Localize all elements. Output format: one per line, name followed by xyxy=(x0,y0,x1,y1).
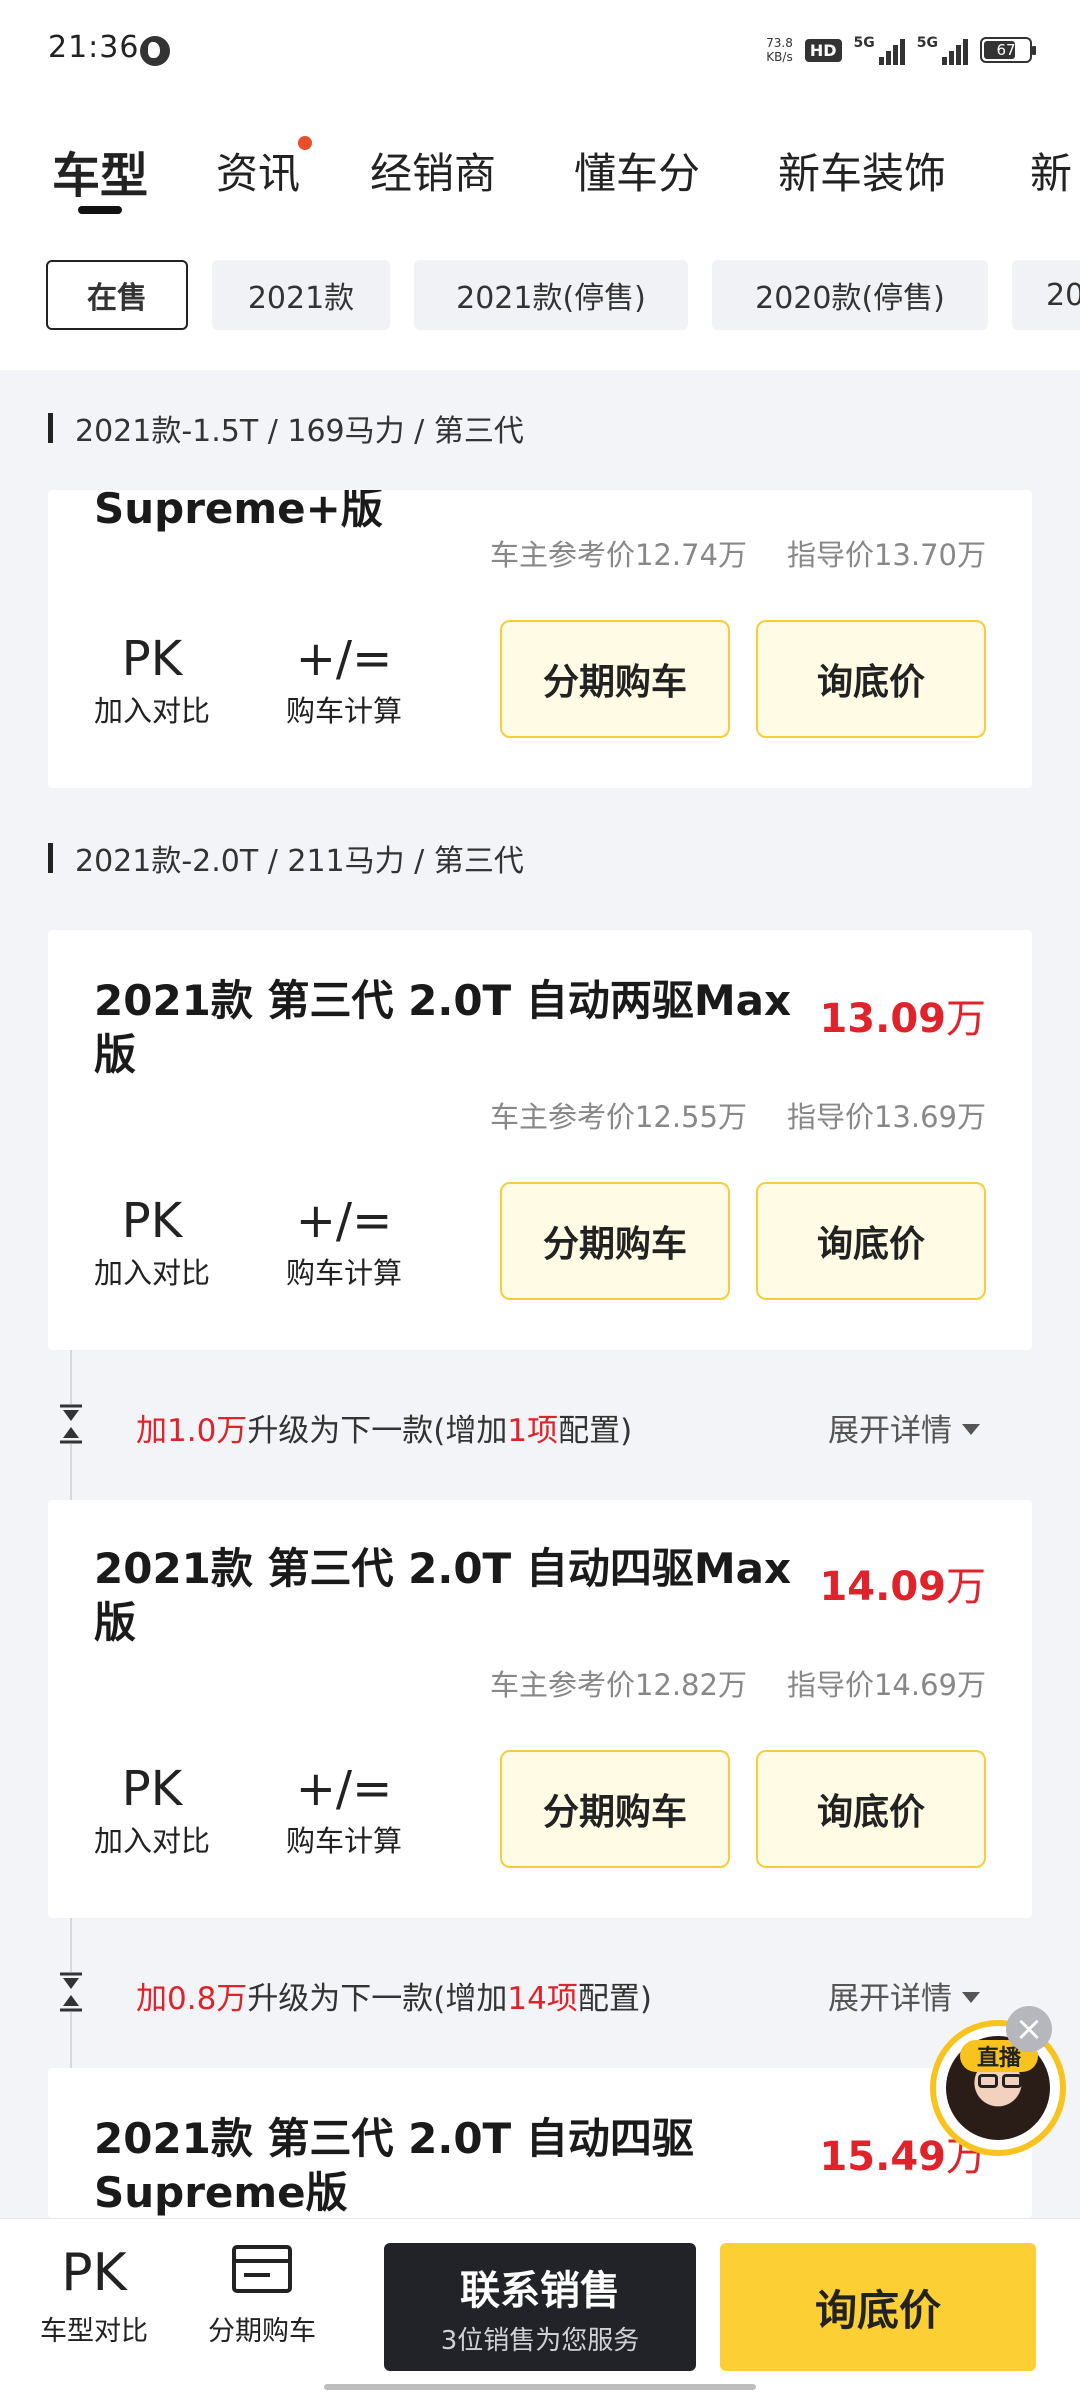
bottom-action-bar: PK 车型对比 分期购车 联系销售 3位销售为您服务 询底价 xyxy=(0,2218,1080,2400)
upgrade-text: 加1.0万升级为下一款(增加1项配置) xyxy=(136,1413,633,1449)
installment-button[interactable]: 分期购车 xyxy=(500,1750,730,1868)
tab-models[interactable]: 车型 xyxy=(52,136,148,206)
compare-models-button[interactable]: PK 车型对比 xyxy=(40,2241,148,2348)
chip-on-sale[interactable]: 在售 xyxy=(46,260,188,330)
model-card[interactable]: 2021款 第三代 2.0T 自动两驱Max版 13.09万 车主参考价12.5… xyxy=(48,930,1032,1350)
pk-icon: PK xyxy=(121,631,183,687)
model-card[interactable]: 2021款 第三代 2.0T 自动四驱Supreme版 15.49万 xyxy=(48,2068,1032,2218)
notification-dot xyxy=(298,136,312,150)
section-header: 2021款-1.5T / 169马力 / 第三代 xyxy=(48,408,524,449)
tab-dealers[interactable]: 经销商 xyxy=(370,140,496,201)
car-calculator-button[interactable]: +/= 购车计算 xyxy=(286,1760,402,1860)
expand-details-button[interactable]: 展开详情 xyxy=(828,1405,980,1450)
network-speed: 73.8 KB/s xyxy=(766,36,793,64)
home-indicator[interactable] xyxy=(324,2384,756,2390)
chip-2020-discontinued[interactable]: 2020款(停售) xyxy=(712,260,988,330)
ask-price-main-button[interactable]: 询底价 xyxy=(720,2243,1036,2371)
model-name: 2021款 第三代 2.0T 自动四驱Supreme版 xyxy=(94,2114,694,2217)
top-tab-bar: 车型 资讯 经销商 懂车分 新车装饰 新 xyxy=(0,100,1080,230)
status-time: 21:36 xyxy=(48,30,140,65)
status-icons: 73.8 KB/s HD 5G 5G 67 xyxy=(766,30,1036,70)
tab-more[interactable]: 新 xyxy=(1030,140,1072,201)
owner-price: 车主参考价12.74万 xyxy=(489,538,747,572)
section-header: 2021款-2.0T / 211马力 / 第三代 xyxy=(48,838,524,879)
signal-icon: 5G xyxy=(854,35,905,65)
add-compare-button[interactable]: PK 加入对比 xyxy=(94,630,210,730)
pk-icon: PK xyxy=(121,1193,183,1249)
upgrade-hint: 加0.8万升级为下一款(增加14项配置) 展开详情 xyxy=(48,1918,1032,2068)
pk-icon: PK xyxy=(61,2243,127,2303)
guide-price: 指导价14.69万 xyxy=(786,1668,986,1702)
add-compare-button[interactable]: PK 加入对比 xyxy=(94,1760,210,1860)
model-name: 2021款 第三代 2.0T 自动四驱Max版 xyxy=(94,1544,792,1647)
installment-button[interactable]: 分期购车 xyxy=(500,620,730,738)
installment-button[interactable]: 分期购车 xyxy=(500,1182,730,1300)
add-compare-button[interactable]: PK 加入对比 xyxy=(94,1192,210,1292)
installment-nav-button[interactable]: 分期购车 xyxy=(208,2241,316,2348)
owner-price: 车主参考价12.55万 xyxy=(489,1100,747,1134)
owner-price: 车主参考价12.82万 xyxy=(489,1668,747,1702)
collapse-icon xyxy=(58,1972,84,2012)
year-filter-bar: 在售 2021款 2021款(停售) 2020款(停售) 20 xyxy=(0,230,1080,370)
close-icon[interactable]: × xyxy=(1006,2006,1052,2052)
reference-prices: 车主参考价12.55万 指导价13.69万 xyxy=(490,1094,986,1136)
hd-icon: HD xyxy=(804,38,842,62)
model-card[interactable]: Supreme+版 车主参考价12.74万 指导价13.70万 PK 加入对比 … xyxy=(48,490,1032,788)
reference-prices: 车主参考价12.82万 指导价14.69万 xyxy=(490,1662,986,1704)
contact-sales-button[interactable]: 联系销售 3位销售为您服务 xyxy=(384,2243,696,2371)
tab-news[interactable]: 资讯 xyxy=(216,140,300,201)
car-calculator-button[interactable]: +/= 购车计算 xyxy=(286,1192,402,1292)
model-card[interactable]: 2021款 第三代 2.0T 自动四驱Max版 14.09万 车主参考价12.8… xyxy=(48,1500,1032,1918)
reference-prices: 车主参考价12.74万 指导价13.70万 xyxy=(490,532,986,574)
ask-price-button[interactable]: 询底价 xyxy=(756,1750,986,1868)
chip-more[interactable]: 20 xyxy=(1012,260,1080,330)
car-calculator-button[interactable]: +/= 购车计算 xyxy=(286,630,402,730)
guide-price: 指导价13.69万 xyxy=(786,1100,986,1134)
active-tab-indicator xyxy=(78,206,122,214)
status-bar: 21:36 73.8 KB/s HD 5G 5G 67 xyxy=(0,0,1080,100)
caret-down-icon xyxy=(962,1424,980,1435)
chip-2021[interactable]: 2021款 xyxy=(212,260,390,330)
collapse-icon xyxy=(58,1404,84,1444)
ask-price-button[interactable]: 询底价 xyxy=(756,620,986,738)
globe-icon xyxy=(140,36,170,66)
battery-icon: 67 xyxy=(980,37,1036,63)
live-stream-badge[interactable]: 直播 xyxy=(930,2020,1070,2160)
guide-price: 指导价13.70万 xyxy=(786,538,986,572)
model-price: 14.09万 xyxy=(819,1564,986,1610)
signal-icon: 5G xyxy=(917,35,968,65)
tab-score[interactable]: 懂车分 xyxy=(574,140,700,201)
tab-accessories[interactable]: 新车装饰 xyxy=(778,140,946,201)
calculator-icon: +/= xyxy=(295,1193,393,1249)
upgrade-text: 加0.8万升级为下一款(增加14项配置) xyxy=(136,1981,652,2017)
ask-price-button[interactable]: 询底价 xyxy=(756,1182,986,1300)
card-icon xyxy=(230,2241,294,2305)
model-price: 13.09万 xyxy=(819,996,986,1042)
calculator-icon: +/= xyxy=(295,631,393,687)
calculator-icon: +/= xyxy=(295,1761,393,1817)
upgrade-hint: 加1.0万升级为下一款(增加1项配置) 展开详情 xyxy=(48,1350,1032,1500)
caret-down-icon xyxy=(962,1992,980,2003)
chip-2021-discontinued[interactable]: 2021款(停售) xyxy=(414,260,688,330)
model-name: Supreme+版 xyxy=(94,490,383,533)
pk-icon: PK xyxy=(121,1761,183,1817)
model-name: 2021款 第三代 2.0T 自动两驱Max版 xyxy=(94,976,792,1079)
expand-details-button[interactable]: 展开详情 xyxy=(828,1973,980,2018)
